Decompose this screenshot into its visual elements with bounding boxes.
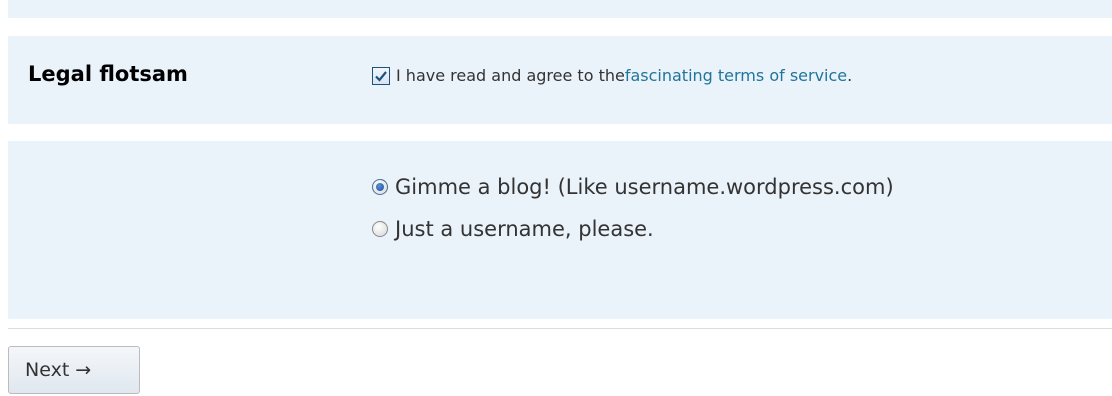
terms-agree-text: I have read and agree to the — [396, 66, 625, 85]
blog-radio[interactable] — [372, 179, 388, 195]
next-button[interactable]: Next → — [8, 346, 140, 394]
username-radio[interactable] — [372, 221, 388, 237]
radio-selected-dot — [376, 183, 384, 191]
terms-checkbox[interactable] — [372, 66, 390, 85]
terms-of-service-link[interactable]: fascinating terms of service — [625, 66, 847, 85]
terms-agreement: I have read and agree to the fascinating… — [372, 66, 852, 85]
terms-agree-suffix: . — [847, 66, 853, 85]
previous-form-row — [8, 0, 1112, 18]
divider — [8, 328, 1112, 329]
blog-option-label: Gimme a blog! (Like username.wordpress.c… — [395, 175, 894, 199]
legal-label: Legal flotsam — [28, 62, 188, 86]
legal-row: Legal flotsam I have read and agree to t… — [8, 36, 1112, 124]
username-option-label: Just a username, please. — [395, 217, 654, 241]
signup-choice-row: Gimme a blog! (Like username.wordpress.c… — [8, 141, 1112, 319]
option-username[interactable]: Just a username, please. — [372, 217, 654, 241]
option-blog[interactable]: Gimme a blog! (Like username.wordpress.c… — [372, 175, 894, 199]
checkmark-icon — [375, 70, 387, 82]
